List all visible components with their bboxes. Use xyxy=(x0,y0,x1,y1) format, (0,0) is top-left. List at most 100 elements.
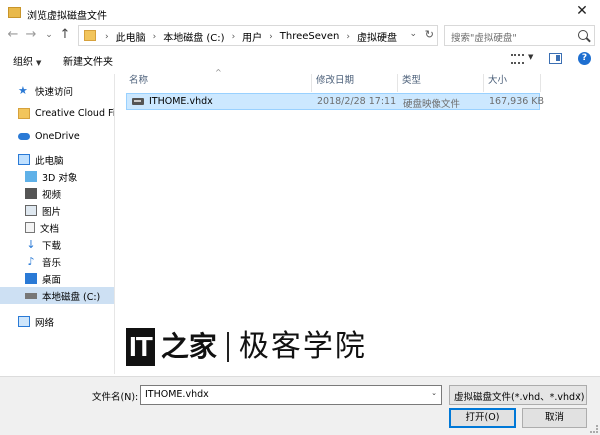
view-options-icon[interactable] xyxy=(511,54,524,64)
search-input[interactable]: 搜索"虚拟硬盘" xyxy=(451,30,517,44)
cloud-icon xyxy=(18,133,30,140)
organize-button[interactable]: 组织 ▼ xyxy=(13,53,41,68)
folder-icon xyxy=(8,7,21,18)
dialog-footer: 文件名(N): ITHOME.vhdx ⌄ 虚拟磁盘文件(*.vhd、*.vhd… xyxy=(0,376,600,435)
open-button[interactable]: 打开(O) xyxy=(449,408,516,428)
chevron-down-icon[interactable]: ⌄ xyxy=(431,389,437,397)
close-button[interactable]: ✕ xyxy=(564,0,600,24)
sidebar-item-label: 此电脑 xyxy=(35,155,64,167)
picture-icon xyxy=(25,205,37,216)
cube-icon xyxy=(25,171,37,182)
sidebar-item-local-disk[interactable]: 本地磁盘 (C:) xyxy=(0,287,114,304)
chevron-down-icon: ⌄ xyxy=(576,389,582,397)
sidebar-item-label: 音乐 xyxy=(42,257,62,269)
sidebar-item-network[interactable]: 网络 xyxy=(0,313,114,330)
file-row[interactable]: ITHOME.vhdx 2018/2/28 17:11 硬盘映像文件 167,9… xyxy=(126,93,544,110)
sidebar-item-creative-cloud[interactable]: Creative Cloud Files xyxy=(0,105,114,122)
search-box[interactable]: 搜索"虚拟硬盘" xyxy=(444,25,595,46)
up-button[interactable]: ↑ xyxy=(58,27,72,43)
sidebar-item-label: 网络 xyxy=(35,317,55,329)
column-header-name[interactable]: 名称 xyxy=(126,74,148,90)
refresh-button[interactable]: ↻ xyxy=(425,28,434,41)
filename-label: 文件名(N): xyxy=(92,392,139,403)
sort-ascending-icon: ^ xyxy=(215,68,222,77)
breadcrumb-separator[interactable]: › xyxy=(342,32,354,42)
sidebar-item-label: 视频 xyxy=(42,189,62,201)
sidebar-item-3d-objects[interactable]: 3D 对象 xyxy=(0,168,114,185)
breadcrumb-local-disk[interactable]: 本地磁盘 (C:) xyxy=(163,29,224,44)
filetype-select[interactable]: 虚拟磁盘文件(*.vhd、*.vhdx) ⌄ xyxy=(449,385,587,405)
music-note-icon: ♪ xyxy=(27,255,35,268)
sidebar-item-pictures[interactable]: 图片 xyxy=(0,202,114,219)
sidebar-item-music[interactable]: ♪ 音乐 xyxy=(0,253,114,270)
breadcrumb: › 此电脑 › 本地磁盘 (C:) › 用户 › ThreeSeven › 虚拟… xyxy=(101,29,397,44)
download-arrow-icon: ↓ xyxy=(26,238,36,251)
search-icon[interactable] xyxy=(578,30,588,40)
sidebar-item-label: 快速访问 xyxy=(35,86,74,98)
title-bar: 浏览虚拟磁盘文件 ✕ xyxy=(0,0,600,26)
new-folder-button[interactable]: 新建文件夹 xyxy=(63,53,113,68)
chevron-down-icon: ▼ xyxy=(36,59,42,67)
breadcrumb-separator[interactable]: › xyxy=(101,32,113,42)
column-header-modified[interactable]: 修改日期 xyxy=(313,74,354,90)
column-header-type[interactable]: 类型 xyxy=(399,74,421,90)
breadcrumb-users[interactable]: 用户 xyxy=(242,29,262,44)
drive-icon xyxy=(25,292,37,299)
sidebar-item-label: OneDrive xyxy=(35,131,80,142)
file-type: 硬盘映像文件 xyxy=(403,99,461,110)
file-size: 167,936 KB xyxy=(489,96,545,107)
computer-icon xyxy=(18,154,30,165)
navigation-pane: ★ 快速访问 Creative Cloud Files OneDrive 此电脑… xyxy=(0,74,115,374)
column-header-size[interactable]: 大小 xyxy=(485,74,507,90)
help-icon[interactable]: ? xyxy=(578,52,591,65)
sidebar-item-quick-access[interactable]: ★ 快速访问 xyxy=(0,82,114,99)
sidebar-item-label: 3D 对象 xyxy=(42,172,78,184)
watermark-it: IT xyxy=(126,328,155,366)
resize-grip[interactable] xyxy=(590,425,598,433)
creative-cloud-folder-icon xyxy=(18,108,30,119)
sidebar-item-onedrive[interactable]: OneDrive xyxy=(0,128,114,145)
folder-icon xyxy=(84,30,96,41)
sidebar-item-this-pc[interactable]: 此电脑 xyxy=(0,151,114,168)
desktop-icon xyxy=(25,273,37,284)
address-bar[interactable]: › 此电脑 › 本地磁盘 (C:) › 用户 › ThreeSeven › 虚拟… xyxy=(78,25,438,46)
watermark-logo: IT 之家 极客学院 xyxy=(126,327,367,367)
address-row: ← → ⌄ ↑ › 此电脑 › 本地磁盘 (C:) › 用户 › ThreeSe… xyxy=(0,24,600,46)
disk-image-icon xyxy=(132,98,144,105)
sidebar-item-label: 下载 xyxy=(42,240,62,252)
sidebar-item-label: Creative Cloud Files xyxy=(35,108,114,119)
watermark-text: 极客学院 xyxy=(238,329,367,364)
filetype-value: 虚拟磁盘文件(*.vhd、*.vhdx) xyxy=(454,392,585,403)
filename-input[interactable]: ITHOME.vhdx ⌄ xyxy=(140,385,442,405)
column-divider[interactable] xyxy=(483,74,484,92)
view-options-dropdown[interactable]: ▼ xyxy=(528,53,533,61)
command-bar: 组织 ▼ 新建文件夹 ▼ ? xyxy=(0,48,600,72)
file-name: ITHOME.vhdx xyxy=(149,96,213,107)
film-icon xyxy=(25,188,37,199)
column-divider[interactable] xyxy=(397,74,398,92)
sidebar-item-desktop[interactable]: 桌面 xyxy=(0,270,114,287)
forward-button[interactable]: → xyxy=(24,27,38,43)
watermark-zhi: 之家 xyxy=(160,330,217,363)
breadcrumb-virtual-disk[interactable]: 虚拟硬盘 xyxy=(357,29,397,44)
breadcrumb-separator[interactable]: › xyxy=(265,32,277,42)
column-divider[interactable] xyxy=(540,74,541,92)
column-divider[interactable] xyxy=(311,74,312,92)
sidebar-item-label: 文档 xyxy=(40,223,60,235)
breadcrumb-separator[interactable]: › xyxy=(149,32,161,42)
sidebar-item-downloads[interactable]: ↓ 下载 xyxy=(0,236,114,253)
sidebar-item-documents[interactable]: 文档 xyxy=(0,219,114,236)
back-button[interactable]: ← xyxy=(6,27,20,43)
breadcrumb-user[interactable]: ThreeSeven xyxy=(280,31,340,42)
breadcrumb-separator[interactable]: › xyxy=(228,32,240,42)
address-dropdown-button[interactable]: ⌄ xyxy=(409,29,417,39)
network-icon xyxy=(18,316,30,327)
star-icon: ★ xyxy=(18,84,28,97)
watermark-divider xyxy=(226,332,229,362)
preview-pane-icon[interactable] xyxy=(549,53,562,64)
sidebar-item-videos[interactable]: 视频 xyxy=(0,185,114,202)
cancel-button[interactable]: 取消 xyxy=(522,408,587,428)
file-modified: 2018/2/28 17:11 xyxy=(317,96,397,107)
breadcrumb-this-pc[interactable]: 此电脑 xyxy=(116,29,146,44)
recent-locations-button[interactable]: ⌄ xyxy=(42,27,56,43)
